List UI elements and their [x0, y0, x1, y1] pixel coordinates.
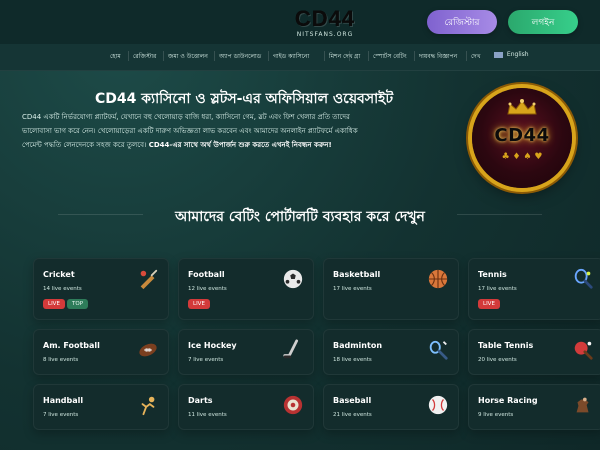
sport-name: Badminton [333, 341, 383, 350]
login-button-label: রেজিস্টার [444, 17, 480, 28]
logo-text: CD44 [294, 6, 356, 31]
hero-text-line: CD44 একটি নির্ভরযোগ্য প্ল্যাটফর্ম, যেখান… [22, 113, 350, 121]
hero-text-strong: CD44-এর সাথে অর্থ উপার্জন শুরু করতে এখনই… [148, 141, 332, 149]
hero-title: CD44 ক্যাসিনো ও স্লটস-এর অফিসিয়াল ওয়েব… [95, 91, 394, 107]
sport-live-events: 8 live events [43, 357, 79, 363]
crown-icon [507, 99, 537, 115]
sport-name: Handball [43, 396, 84, 405]
login-button[interactable]: রেজিস্টার [427, 10, 497, 34]
hero-description: CD44 একটি নির্ভরযোগ্য প্ল্যাটফর্ম, যেখান… [22, 110, 467, 152]
sport-live-events: 21 live events [333, 412, 372, 418]
nav-item-register[interactable]: রেজিস্টার [133, 51, 156, 62]
uk-flag-icon [494, 51, 503, 58]
nav-item-responsible-ads[interactable]: দায়বদ্ধ বিজ্ঞাপন [419, 51, 457, 62]
hero-text-line: পেমেন্ট পদ্ধতি লেনদেনকে সহজ করে তুলবে। C… [22, 138, 467, 152]
nav-item-home[interactable]: হোম [110, 51, 121, 62]
sport-live-events: 18 live events [333, 357, 372, 363]
nav-separator [163, 51, 164, 61]
sport-card-horse-racing[interactable]: Horse Racing 9 live events [468, 384, 600, 430]
football-icon [283, 269, 303, 289]
basketball-icon [428, 269, 448, 289]
sport-name: Ice Hockey [188, 341, 237, 350]
nav-item-sports-betting[interactable]: স্পোর্টস বেটিং [373, 51, 407, 62]
section-divider-left [58, 214, 143, 215]
language-label: English [506, 51, 529, 58]
nav-separator [349, 51, 350, 61]
american-football-icon [139, 343, 157, 357]
section-divider-right [457, 214, 542, 215]
sport-card-cricket[interactable]: Cricket 14 live events LIVE TOP [33, 258, 169, 320]
sport-name: Am. Football [43, 341, 100, 350]
sport-name: Football [188, 270, 225, 279]
live-tag: LIVE [188, 299, 210, 309]
cd44-badge: CD44 ♣ ♦ ♠ ♥ [472, 88, 572, 188]
top-tag: TOP [67, 299, 89, 309]
live-tag: LIVE [478, 299, 500, 309]
sport-card-tennis[interactable]: Tennis 17 live events LIVE [468, 258, 600, 320]
hero-text-line: ভালোবাসা ভাগ করে নেন। খেলোয়াড়েরা একটি … [22, 127, 358, 135]
nav-item-app-download[interactable]: অ্যাপ ডাউনলোড [219, 51, 261, 62]
nav-separator [414, 51, 415, 61]
sport-card-ice-hockey[interactable]: Ice Hockey 7 live events [178, 329, 314, 375]
nav-item-view[interactable]: দেখ [471, 51, 481, 62]
nav-separator [324, 51, 325, 61]
nav-item-gra[interactable]: গ্রা [354, 51, 360, 62]
hockey-stick-icon [283, 339, 299, 359]
sport-name: Basketball [333, 270, 381, 279]
sport-live-events: 7 live events [43, 412, 79, 418]
language-selector[interactable]: English [494, 51, 529, 58]
top-header: CD44 NITSFANS.ORG রেজিস্টার লগইন [0, 0, 600, 45]
nav-item-casino-guide[interactable]: গাইড ক্যাসিনো [273, 51, 309, 62]
main-navigation: হোম রেজিস্টার জমা ও উত্তোলন অ্যাপ ডাউনলো… [0, 44, 600, 71]
nav-separator [214, 51, 215, 61]
cricket-bat-icon [140, 269, 158, 290]
sport-live-events: 20 live events [478, 357, 517, 363]
sport-card-darts[interactable]: Darts 11 live events [178, 384, 314, 430]
live-tag: LIVE [43, 299, 65, 309]
sport-card-basketball[interactable]: Basketball 17 live events [323, 258, 459, 320]
sport-card-baseball[interactable]: Baseball 21 live events [323, 384, 459, 430]
sport-live-events: 9 live events [478, 412, 514, 418]
nav-separator [368, 51, 369, 61]
badge-text: CD44 [494, 125, 550, 146]
sport-card-table-tennis[interactable]: Table Tennis 20 live events [468, 329, 600, 375]
register-button-label: লগইন [531, 17, 555, 28]
nav-item-deposit-withdraw[interactable]: জমা ও উত্তোলন [168, 51, 208, 62]
nav-separator [128, 51, 129, 61]
sport-card-am-football[interactable]: Am. Football 8 live events [33, 329, 169, 375]
sport-live-events: 17 live events [333, 286, 372, 292]
sport-name: Darts [188, 396, 213, 405]
logo-subtext: NITSFANS.ORG [296, 31, 354, 38]
sport-card-football[interactable]: Football 12 live events LIVE [178, 258, 314, 320]
table-tennis-paddle-icon [574, 341, 593, 360]
badge-suits: ♣ ♦ ♠ ♥ [501, 152, 543, 162]
sport-live-events: 7 live events [188, 357, 224, 363]
sport-card-handball[interactable]: Handball 7 live events [33, 384, 169, 430]
sport-name: Tennis [478, 270, 507, 279]
hero-text-normal: পেমেন্ট পদ্ধতি লেনদেনকে সহজ করে তুলবে। [22, 141, 147, 149]
sport-card-badminton[interactable]: Badminton 18 live events [323, 329, 459, 375]
site-logo[interactable]: CD44 NITSFANS.ORG [285, 6, 365, 40]
nav-separator [268, 51, 269, 61]
sport-live-events: 12 live events [188, 286, 227, 292]
sport-name: Baseball [333, 396, 372, 405]
handball-icon [141, 396, 155, 416]
register-button[interactable]: লগইন [508, 10, 578, 34]
page: CD44 NITSFANS.ORG রেজিস্টার লগইন হোম রেজ… [0, 0, 600, 450]
section-title: আমাদের বেটিং পোর্টালটি ব্যবহার করে দেখুন [175, 209, 425, 225]
sport-name: Cricket [43, 270, 75, 279]
badminton-racket-icon [429, 340, 448, 360]
sport-live-events: 14 live events [43, 286, 82, 292]
sport-name: Horse Racing [478, 396, 538, 405]
dartboard-icon [283, 395, 303, 415]
nav-separator [466, 51, 467, 61]
baseball-icon [428, 395, 448, 415]
sport-name: Table Tennis [478, 341, 534, 350]
horse-icon [576, 397, 589, 413]
tennis-racket-icon [574, 268, 593, 289]
sport-live-events: 17 live events [478, 286, 517, 292]
sport-live-events: 11 live events [188, 412, 227, 418]
